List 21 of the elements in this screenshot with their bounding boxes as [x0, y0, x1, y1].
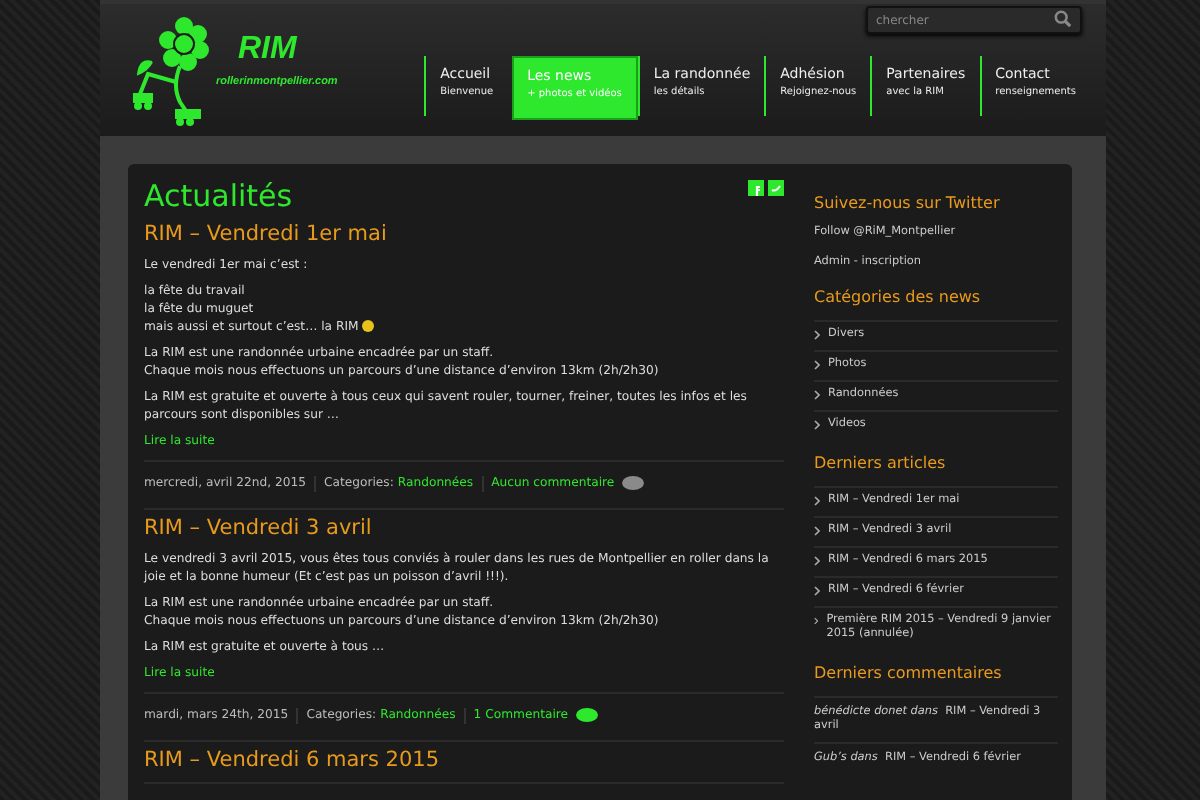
comment-bubble-icon[interactable]: [576, 708, 599, 722]
chevron-icon: [814, 330, 820, 340]
chevron-icon: [814, 526, 820, 536]
chevron-icon: [814, 496, 820, 506]
widget-title: Catégories des news: [814, 286, 983, 308]
search-icon[interactable]: [1054, 10, 1072, 28]
comment-bubble-icon[interactable]: [622, 476, 645, 490]
chevron-icon: [814, 420, 820, 430]
post-title[interactable]: RIM – Vendredi 1er mai: [144, 220, 784, 248]
chevron-icon: [814, 556, 820, 566]
chevron-icon: [814, 616, 819, 626]
widget-title: Derniers articles: [814, 452, 948, 474]
chevron-icon: [814, 360, 820, 370]
page-title: Actualités: [144, 176, 293, 216]
logo-title: RIM: [236, 32, 299, 68]
widget-title: Suivez-nous sur Twitter: [814, 192, 1002, 214]
post-title[interactable]: RIM – Vendredi 6 mars 2015: [144, 746, 784, 774]
post-title[interactable]: RIM – Vendredi 3 avril: [144, 514, 784, 542]
widget-title: Derniers commentaires: [814, 662, 1004, 684]
chevron-icon: [814, 586, 820, 596]
chevron-icon: [814, 390, 820, 400]
